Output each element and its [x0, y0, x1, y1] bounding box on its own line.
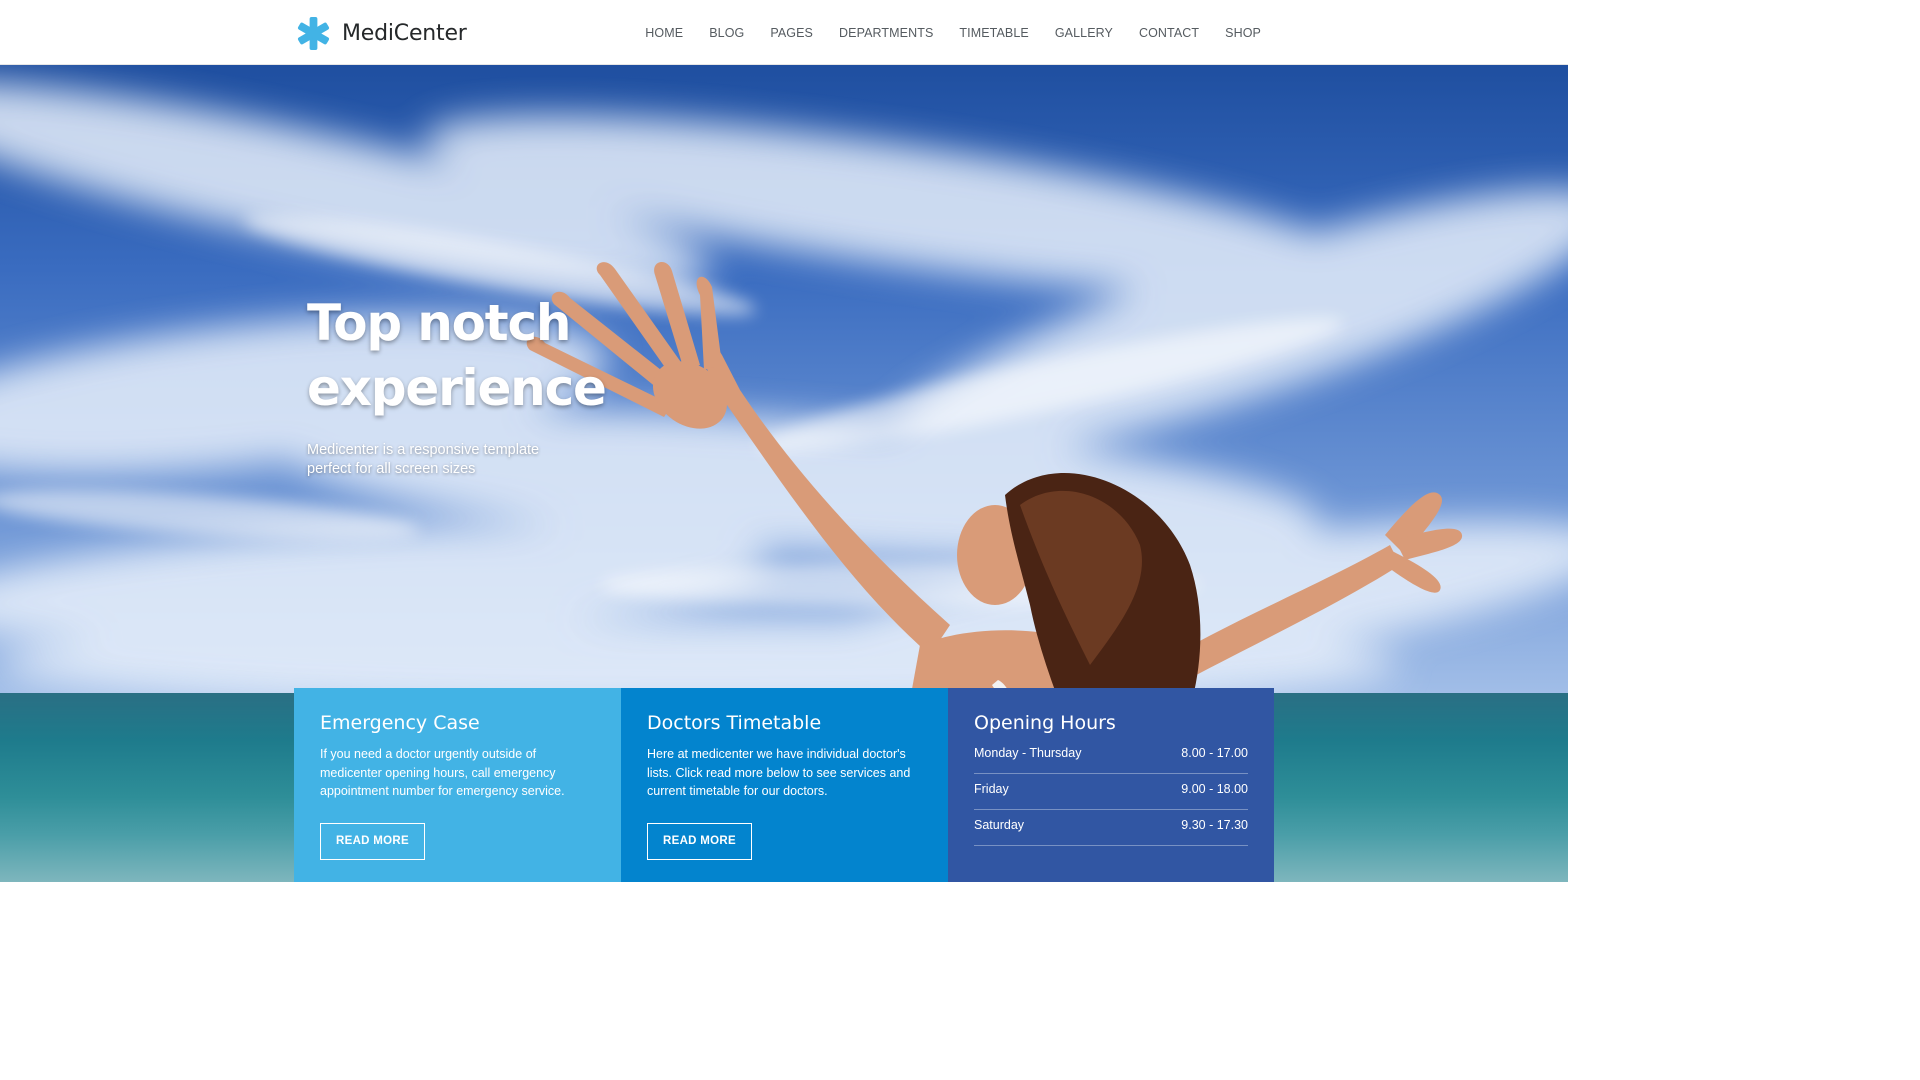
nav-shop[interactable]: SHOP	[1225, 26, 1261, 40]
doctors-timetable-box: Doctors Timetable Here at medicenter we …	[621, 688, 948, 882]
opening-hours-day: Monday - Thursday	[974, 746, 1082, 760]
opening-hours-title: Opening Hours	[974, 712, 1116, 734]
main-nav: HOME BLOG PAGES DEPARTMENTS TIMETABLE GA…	[645, 0, 1261, 65]
nav-home[interactable]: HOME	[645, 26, 683, 40]
brand-name: MediCenter	[342, 20, 467, 46]
nav-contact[interactable]: CONTACT	[1139, 26, 1199, 40]
info-boxes: Emergency Case If you need a doctor urge…	[294, 688, 1274, 882]
site-header: MediCenter HOME BLOG PAGES DEPARTMENTS T…	[0, 0, 1568, 65]
doctors-timetable-title: Doctors Timetable	[647, 712, 822, 734]
logo[interactable]: MediCenter	[297, 16, 467, 50]
opening-hours-time: 9.30 - 17.30	[1181, 818, 1248, 832]
opening-hours-day: Friday	[974, 782, 1009, 796]
hero-caption: Top notch experience Medicenter is a res…	[307, 291, 727, 479]
opening-hours-row: Monday - Thursday 8.00 - 17.00	[974, 738, 1248, 774]
opening-hours-box: Opening Hours Monday - Thursday 8.00 - 1…	[948, 688, 1274, 882]
nav-timetable[interactable]: TIMETABLE	[959, 26, 1028, 40]
doctors-timetable-text: Here at medicenter we have individual do…	[647, 747, 911, 798]
opening-hours-row: Friday 9.00 - 18.00	[974, 774, 1248, 810]
emergency-case-text: If you need a doctor urgently outside of…	[320, 747, 565, 798]
opening-hours-row: Saturday 9.30 - 17.30	[974, 810, 1248, 846]
opening-hours-time: 9.00 - 18.00	[1181, 782, 1248, 796]
nav-pages[interactable]: PAGES	[770, 26, 813, 40]
emergency-read-more-button[interactable]: READ MORE	[320, 822, 425, 860]
hero-subtitle-line-2: perfect for all screen sizes	[307, 461, 476, 477]
asterisk-icon	[297, 16, 330, 50]
hero-title-line-1: Top notch	[307, 294, 571, 352]
nav-departments[interactable]: DEPARTMENTS	[839, 26, 933, 40]
hero-title-line-2: experience	[307, 359, 607, 417]
nav-gallery[interactable]: GALLERY	[1055, 26, 1113, 40]
emergency-case-box: Emergency Case If you need a doctor urge…	[294, 688, 621, 882]
opening-hours-time: 8.00 - 17.00	[1181, 746, 1248, 760]
opening-hours-day: Saturday	[974, 818, 1025, 832]
timetable-read-more-button[interactable]: READ MORE	[647, 822, 752, 860]
nav-blog[interactable]: BLOG	[709, 26, 744, 40]
hero-title: Top notch experience	[307, 291, 727, 421]
hero-subtitle: Medicenter is a responsive template perf…	[307, 441, 547, 479]
emergency-case-title: Emergency Case	[320, 712, 480, 734]
hero-subtitle-line-1: Medicenter is a responsive template	[307, 442, 540, 458]
